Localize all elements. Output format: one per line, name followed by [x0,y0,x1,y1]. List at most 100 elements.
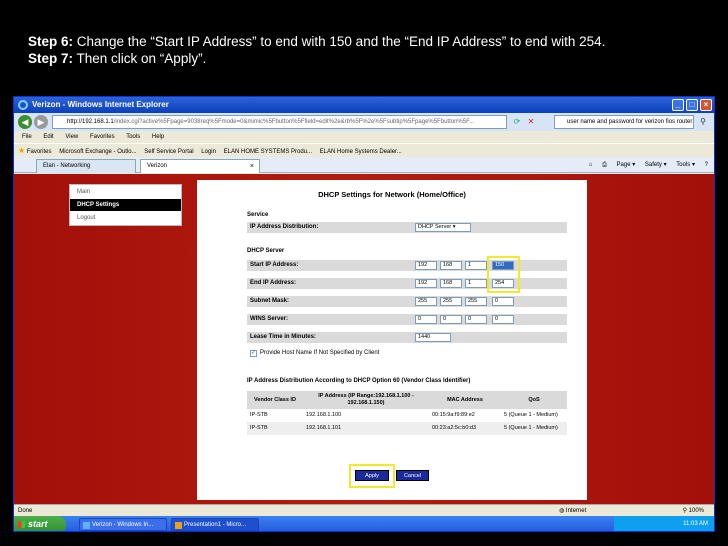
clock: 11:03 AM [683,521,708,527]
window-title: Verizon - Windows Internet Explorer [32,100,169,109]
mask-octet-4[interactable]: 0 [492,297,514,306]
cell-ip-address: 192.168.1.100 [303,409,429,422]
menu-bar: File Edit View Favorites Tools Help [14,131,714,143]
dhcp-server-section-heading: DHCP Server [247,248,285,254]
cancel-button[interactable]: Cancel [396,470,429,481]
globe-icon: ◍ [559,508,565,514]
end-ip-octet-1[interactable]: 192 [415,279,437,288]
cell-ip-address: 192.168.1.101 [303,422,429,435]
maximize-button[interactable]: □ [686,99,698,111]
favorite-link-outlook[interactable]: Microsoft Exchange - Outlo... [59,149,136,155]
sidebar-item-logout[interactable]: Logout [70,212,181,224]
start-ip-octet-3[interactable]: 1 [465,261,487,270]
wins-octet-1[interactable]: 0 [415,315,437,324]
subnet-mask-row: Subnet Mask: 255 255 255 0 [247,296,567,307]
vendor-class-table: Vendor Class ID IP Address (IP Range:192… [247,391,567,435]
chevron-down-icon: ▾ [452,224,456,230]
distribution-select[interactable]: DHCP Server ▾ [415,223,471,232]
system-tray: 11:03 AM [614,516,714,531]
star-icon: ★ [18,146,26,155]
cell-qos: 5 (Queue 1 - Medium) [501,422,567,435]
tools-menu[interactable]: Tools ▾ [676,162,695,168]
col-header-vendor-class: Vendor Class ID [247,391,303,409]
taskbar-item-ie[interactable]: Verizon - Windows In... [79,518,167,531]
col-header-ip-address: IP Address (IP Range:192.168.1.100 - 192… [303,391,429,409]
sidebar-item-main[interactable]: Main [70,186,181,198]
provide-host-checkbox[interactable]: ✓ [250,350,257,357]
window-titlebar: Verizon - Windows Internet Explorer _ □ … [14,97,714,113]
col-header-mac-address: MAC Address [429,391,501,409]
tab-elan-networking[interactable]: Elan - Networking [36,159,136,173]
close-tab-icon[interactable]: × [250,160,254,173]
dhcp-settings-panel: DHCP Settings for Network (Home/Office) … [197,180,587,500]
back-button[interactable]: ◀ [18,115,32,129]
start-ip-octet-2[interactable]: 168 [440,261,462,270]
lease-time-input[interactable]: 1440 [415,333,451,342]
magnifier-icon: ⚲ [682,508,687,514]
start-ip-octet-1[interactable]: 192 [415,261,437,270]
cell-vendor-class: IP-STB [247,422,303,435]
tab-bar: Elan - Networking Verizon × ⌂ ⎙ Page ▾ Sa… [14,157,714,173]
powerpoint-icon [175,522,182,529]
favorites-bar: ★ Favorites Microsoft Exchange - Outlo..… [14,143,714,157]
favorite-link-elan-products[interactable]: ELAN HOME SYSTEMS Produ... [224,149,312,155]
wins-octet-2[interactable]: 0 [440,315,462,324]
cell-mac-address: 00:15:9a:f9:89:e2 [429,409,501,422]
favorite-link-elan-dealer[interactable]: ELAN Home Systems Dealer... [320,149,402,155]
mask-octet-3[interactable]: 255 [465,297,487,306]
provide-host-label: Provide Host Name If Not Specified by Cl… [260,350,380,356]
mask-octet-2[interactable]: 255 [440,297,462,306]
mask-octet-1[interactable]: 255 [415,297,437,306]
table-row: IP-STB 192.168.1.101 00:23:a2:5c:b0:d3 5… [247,422,567,435]
forward-button[interactable]: ▶ [34,115,48,129]
menu-favorites[interactable]: Favorites [90,134,115,140]
close-window-button[interactable]: × [700,99,712,111]
wins-server-label: WINS Server: [250,316,289,322]
favorite-link-self-service[interactable]: Self Service Portal [144,149,193,155]
start-ip-label: Start IP Address: [250,262,299,268]
step7-instruction: Step 7: Then click on “Apply”. [28,51,207,66]
favorites-button[interactable]: Favorites [27,149,52,155]
safety-menu[interactable]: Safety ▾ [645,162,667,168]
status-bar: Done ◍ Internet ⚲ 100% [14,504,714,516]
menu-file[interactable]: File [22,134,32,140]
home-icon[interactable]: ⌂ [589,162,593,168]
taskbar: start Verizon - Windows In... Presentati… [14,516,714,531]
sidebar-item-dhcp-settings[interactable]: DHCP Settings [70,199,181,211]
menu-view[interactable]: View [65,134,78,140]
cell-qos: 5 (Queue 1 - Medium) [501,409,567,422]
highlight-box-octets [487,256,520,293]
minimize-button[interactable]: _ [672,99,684,111]
step6-instruction: Step 6: Change the “Start IP Address” to… [28,34,606,49]
page-menu[interactable]: Page ▾ [617,162,636,168]
search-icon[interactable]: ⚲ [697,116,709,128]
print-icon[interactable]: ⎙ [602,162,607,168]
cell-vendor-class: IP-STB [247,409,303,422]
lease-time-row: Lease Time in Minutes: 1440 [247,332,567,343]
end-ip-octet-3[interactable]: 1 [465,279,487,288]
end-ip-octet-2[interactable]: 168 [440,279,462,288]
menu-edit[interactable]: Edit [43,134,53,140]
service-section-heading: Service [247,212,269,218]
url-input[interactable]: http://192.168.1.1/index.cgi?active%5Fpa… [52,115,507,129]
page-title: DHCP Settings for Network (Home/Office) [318,190,466,199]
search-input[interactable]: user name and password for verizon fios … [554,115,694,129]
stop-icon[interactable]: ✕ [525,116,537,128]
menu-tools[interactable]: Tools [126,134,140,140]
cell-mac-address: 00:23:a2:5c:b0:d3 [429,422,501,435]
wins-octet-4[interactable]: 0 [492,315,514,324]
distribution-label: IP Address Distribution: [250,224,319,230]
help-icon[interactable]: ? [705,162,708,168]
distribution-row: IP Address Distribution: DHCP Server ▾ [247,222,567,233]
address-bar: ◀ ▶ http://192.168.1.1/index.cgi?active%… [14,113,714,131]
wins-octet-3[interactable]: 0 [465,315,487,324]
option60-section-heading: IP Address Distribution According to DHC… [247,378,471,384]
tab-verizon[interactable]: Verizon × [140,159,260,173]
col-header-qos: QoS [501,391,567,409]
provide-host-row: ✓ Provide Host Name If Not Specified by … [247,348,567,359]
taskbar-item-powerpoint[interactable]: Presentation1 - Micro... [171,518,259,531]
start-button[interactable]: start [14,516,66,531]
refresh-icon[interactable]: ⟳ [511,116,523,128]
menu-help[interactable]: Help [152,134,164,140]
favorite-link-login[interactable]: Login [201,149,216,155]
